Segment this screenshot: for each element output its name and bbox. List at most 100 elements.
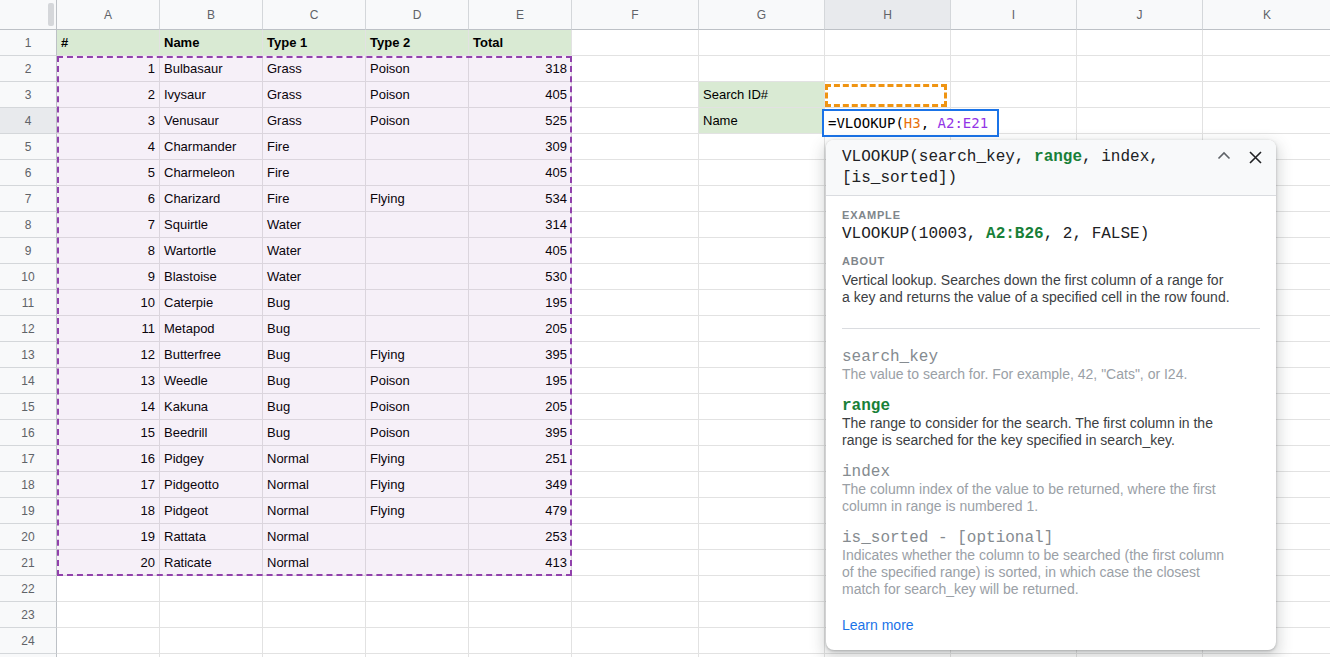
cell-F3[interactable] bbox=[572, 82, 699, 108]
cell-H2[interactable] bbox=[825, 56, 951, 82]
cell-F13[interactable] bbox=[572, 342, 699, 368]
close-icon[interactable] bbox=[1249, 151, 1262, 164]
cell-I1[interactable] bbox=[951, 30, 1077, 56]
cell-A3[interactable]: 2 bbox=[57, 82, 160, 108]
cell-D3[interactable]: Poison bbox=[366, 82, 469, 108]
cell-B16[interactable]: Beedrill bbox=[160, 420, 263, 446]
cell-D18[interactable]: Flying bbox=[366, 472, 469, 498]
cell-F2[interactable] bbox=[572, 56, 699, 82]
cell-C15[interactable]: Bug bbox=[263, 394, 366, 420]
cell-B22[interactable] bbox=[160, 576, 263, 602]
cell-C5[interactable]: Fire bbox=[263, 134, 366, 160]
row-header-5[interactable]: 5 bbox=[0, 134, 57, 160]
cell-G9[interactable] bbox=[699, 238, 825, 264]
cell-F10[interactable] bbox=[572, 264, 699, 290]
cell-G22[interactable] bbox=[699, 576, 825, 602]
cell-K2[interactable] bbox=[1203, 56, 1330, 82]
cell-C23[interactable] bbox=[263, 602, 366, 628]
cell-G23[interactable] bbox=[699, 602, 825, 628]
cell-H3[interactable] bbox=[825, 82, 951, 108]
cell-F4[interactable] bbox=[572, 108, 699, 134]
cell-G8[interactable] bbox=[699, 212, 825, 238]
cell-G1[interactable] bbox=[699, 30, 825, 56]
cell-G19[interactable] bbox=[699, 498, 825, 524]
cell-A21[interactable]: 20 bbox=[57, 550, 160, 576]
row-header-21[interactable]: 21 bbox=[0, 550, 57, 576]
cell-J3[interactable] bbox=[1077, 82, 1203, 108]
cell-F19[interactable] bbox=[572, 498, 699, 524]
cell-G5[interactable] bbox=[699, 134, 825, 160]
cell-B12[interactable]: Metapod bbox=[160, 316, 263, 342]
cell-D11[interactable] bbox=[366, 290, 469, 316]
cell-A15[interactable]: 14 bbox=[57, 394, 160, 420]
cell-A18[interactable]: 17 bbox=[57, 472, 160, 498]
cell-G17[interactable] bbox=[699, 446, 825, 472]
cell-A16[interactable]: 15 bbox=[57, 420, 160, 446]
cell-C13[interactable]: Bug bbox=[263, 342, 366, 368]
cell-E10[interactable]: 530 bbox=[469, 264, 572, 290]
cell-F24[interactable] bbox=[572, 628, 699, 654]
cell-F22[interactable] bbox=[572, 576, 699, 602]
row-header-24[interactable]: 24 bbox=[0, 628, 57, 654]
cell-B7[interactable]: Charizard bbox=[160, 186, 263, 212]
cell-D6[interactable] bbox=[366, 160, 469, 186]
cell-B14[interactable]: Weedle bbox=[160, 368, 263, 394]
cell-B2[interactable]: Bulbasaur bbox=[160, 56, 263, 82]
cell-C17[interactable]: Normal bbox=[263, 446, 366, 472]
cell-F15[interactable] bbox=[572, 394, 699, 420]
cell-A14[interactable]: 13 bbox=[57, 368, 160, 394]
cell-A22[interactable] bbox=[57, 576, 160, 602]
cell-G3[interactable]: Search ID# bbox=[699, 82, 825, 108]
cell-A5[interactable]: 4 bbox=[57, 134, 160, 160]
cell-J1[interactable] bbox=[1077, 30, 1203, 56]
cell-C8[interactable]: Water bbox=[263, 212, 366, 238]
cell-F8[interactable] bbox=[572, 212, 699, 238]
cell-B19[interactable]: Pidgeot bbox=[160, 498, 263, 524]
cell-E5[interactable]: 309 bbox=[469, 134, 572, 160]
cell-E12[interactable]: 205 bbox=[469, 316, 572, 342]
cell-C12[interactable]: Bug bbox=[263, 316, 366, 342]
cell-E15[interactable]: 205 bbox=[469, 394, 572, 420]
row-header-14[interactable]: 14 bbox=[0, 368, 57, 394]
cell-A19[interactable]: 18 bbox=[57, 498, 160, 524]
cell-B3[interactable]: Ivysaur bbox=[160, 82, 263, 108]
cell-C19[interactable]: Normal bbox=[263, 498, 366, 524]
cell-G7[interactable] bbox=[699, 186, 825, 212]
cell-E23[interactable] bbox=[469, 602, 572, 628]
row-header-4[interactable]: 4 bbox=[0, 108, 57, 134]
cell-B1[interactable]: Name bbox=[160, 30, 263, 56]
cell-F11[interactable] bbox=[572, 290, 699, 316]
cell-B10[interactable]: Blastoise bbox=[160, 264, 263, 290]
column-header-J[interactable]: J bbox=[1077, 0, 1203, 30]
column-header-B[interactable]: B bbox=[160, 0, 263, 30]
cell-G20[interactable] bbox=[699, 524, 825, 550]
row-header-19[interactable]: 19 bbox=[0, 498, 57, 524]
cell-C10[interactable]: Water bbox=[263, 264, 366, 290]
cell-C7[interactable]: Fire bbox=[263, 186, 366, 212]
cell-D14[interactable]: Poison bbox=[366, 368, 469, 394]
cell-D24[interactable] bbox=[366, 628, 469, 654]
cell-B18[interactable]: Pidgeotto bbox=[160, 472, 263, 498]
cell-G12[interactable] bbox=[699, 316, 825, 342]
cell-G13[interactable] bbox=[699, 342, 825, 368]
cell-E19[interactable]: 479 bbox=[469, 498, 572, 524]
row-header-9[interactable]: 9 bbox=[0, 238, 57, 264]
cell-C2[interactable]: Grass bbox=[263, 56, 366, 82]
cell-F7[interactable] bbox=[572, 186, 699, 212]
cell-D9[interactable] bbox=[366, 238, 469, 264]
cell-E16[interactable]: 395 bbox=[469, 420, 572, 446]
cell-F5[interactable] bbox=[572, 134, 699, 160]
row-header-1[interactable]: 1 bbox=[0, 30, 57, 56]
cell-K1[interactable] bbox=[1203, 30, 1330, 56]
row-header-16[interactable]: 16 bbox=[0, 420, 57, 446]
cell-B6[interactable]: Charmeleon bbox=[160, 160, 263, 186]
cell-C1[interactable]: Type 1 bbox=[263, 30, 366, 56]
cell-K4[interactable] bbox=[1203, 108, 1330, 134]
column-header-D[interactable]: D bbox=[366, 0, 469, 30]
cell-E20[interactable]: 253 bbox=[469, 524, 572, 550]
cell-D2[interactable]: Poison bbox=[366, 56, 469, 82]
column-header-H[interactable]: H bbox=[825, 0, 951, 30]
cell-A17[interactable]: 16 bbox=[57, 446, 160, 472]
learn-more-link[interactable]: Learn more bbox=[842, 617, 914, 633]
cell-G24[interactable] bbox=[699, 628, 825, 654]
